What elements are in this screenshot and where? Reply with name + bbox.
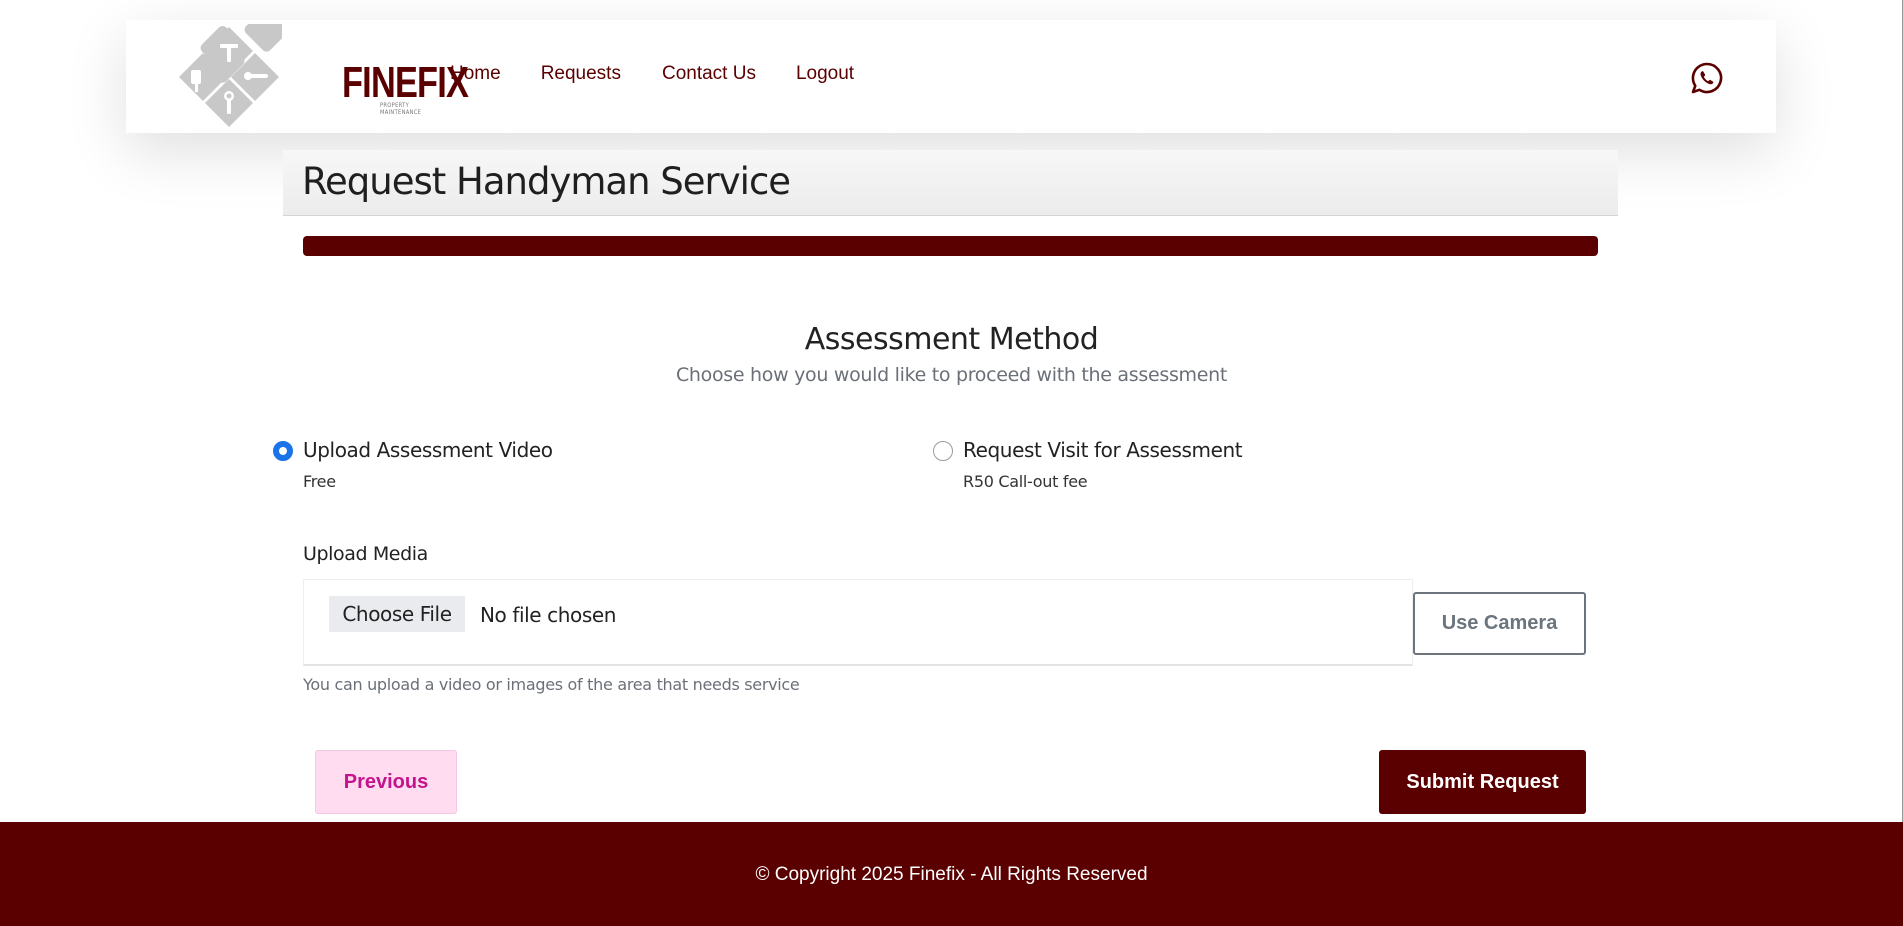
assessment-title: Assessment Method xyxy=(804,322,1099,357)
upload-hint: You can upload a video or images of the … xyxy=(303,675,800,694)
choose-file-button[interactable]: Choose File xyxy=(329,596,465,632)
option-request-visit-note: R50 Call-out fee xyxy=(963,472,1088,491)
site-header: FINEFIX PROPERTY MAINTENANCE Home Reques… xyxy=(126,20,1776,133)
previous-button[interactable]: Previous xyxy=(315,750,457,814)
whatsapp-icon[interactable] xyxy=(1690,61,1724,95)
file-input[interactable]: Choose File No file chosen xyxy=(303,579,1413,666)
progress-bar xyxy=(303,236,1598,256)
nav-home[interactable]: Home xyxy=(450,63,501,85)
page-title: Request Handyman Service xyxy=(302,160,791,203)
upload-media-label: Upload Media xyxy=(303,543,428,565)
use-camera-button[interactable]: Use Camera xyxy=(1413,592,1586,655)
nav-logout[interactable]: Logout xyxy=(796,63,854,85)
option-upload-video-label[interactable]: Upload Assessment Video xyxy=(303,438,553,462)
nav-contact-us[interactable]: Contact Us xyxy=(662,63,756,85)
tools-diamond-icon xyxy=(179,24,282,127)
radio-request-visit[interactable] xyxy=(933,441,953,461)
card-header: Request Handyman Service xyxy=(283,150,1618,216)
option-upload-video-note: Free xyxy=(303,472,336,491)
site-footer: © Copyright 2025 Finefix - All Rights Re… xyxy=(0,822,1903,926)
nav-requests[interactable]: Requests xyxy=(541,63,621,85)
assessment-subtitle: Choose how you would like to proceed wit… xyxy=(675,364,1228,386)
option-request-visit-label[interactable]: Request Visit for Assessment xyxy=(963,438,1243,462)
main-nav: Home Requests Contact Us Logout xyxy=(450,63,894,85)
copyright-text: © Copyright 2025 Finefix - All Rights Re… xyxy=(755,864,1148,885)
submit-request-button[interactable]: Submit Request xyxy=(1379,750,1586,814)
logo-tagline: PROPERTY MAINTENANCE xyxy=(380,102,422,116)
radio-upload-video[interactable] xyxy=(273,441,293,461)
finefix-logo[interactable]: FINEFIX PROPERTY MAINTENANCE xyxy=(176,24,469,130)
file-status-text: No file chosen xyxy=(480,603,617,627)
